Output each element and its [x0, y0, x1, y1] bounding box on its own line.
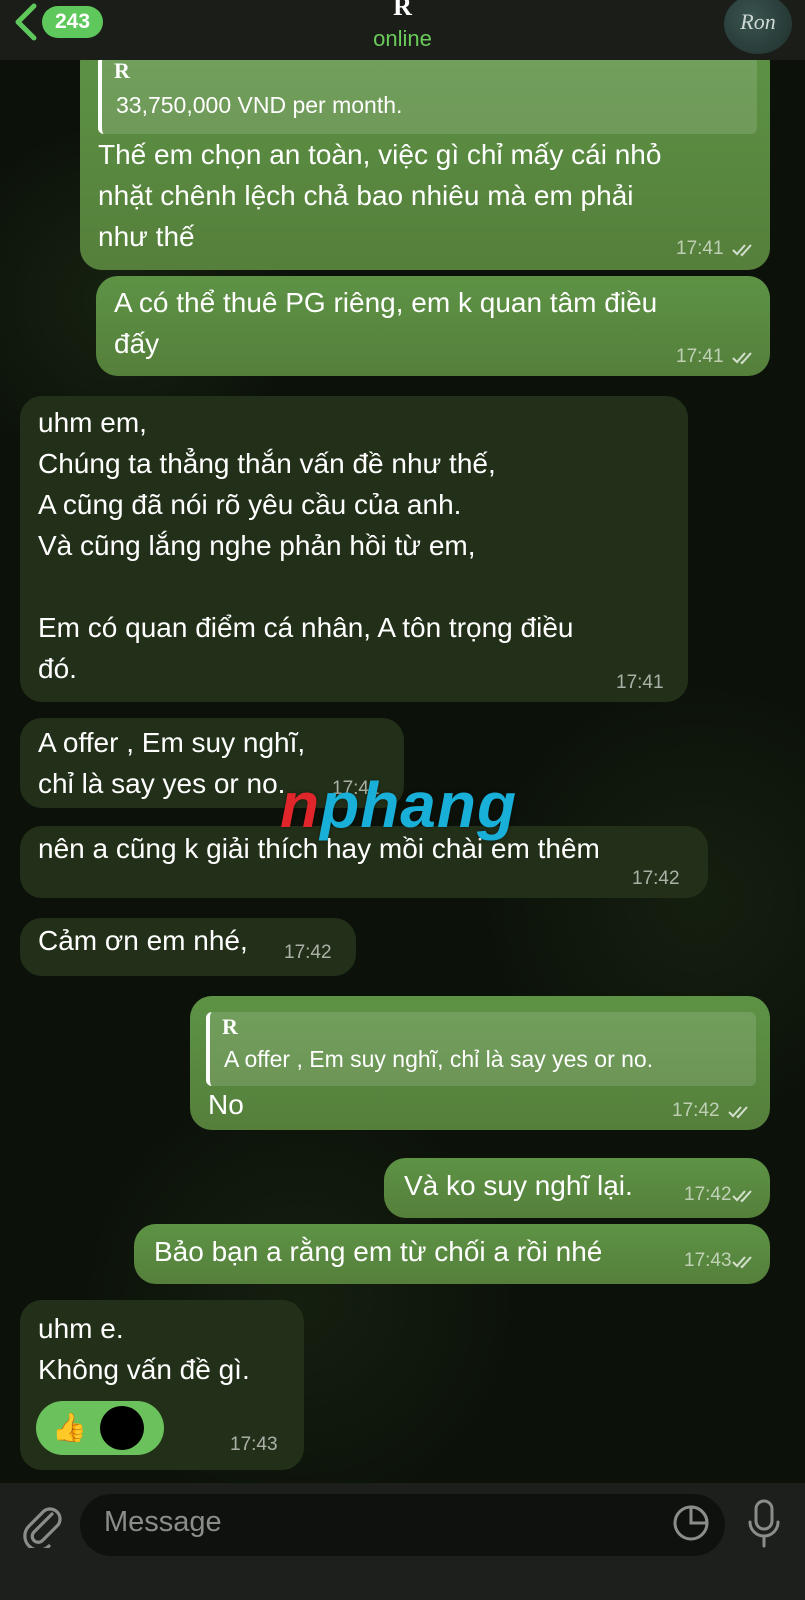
double-check-icon	[732, 244, 752, 257]
chat-header: 243 R online Ron	[0, 0, 805, 60]
message-incoming[interactable]: Cảm ơn em nhé, 17:42	[20, 918, 356, 976]
message-text: A có thể thuê PG riêng, em k quan tâm đi…	[114, 287, 658, 359]
double-check-icon	[728, 1106, 748, 1119]
message-outgoing[interactable]: A có thể thuê PG riêng, em k quan tâm đi…	[96, 276, 770, 376]
message-outgoing[interactable]: Bảo bạn a rằng em từ chối a rồi nhé 17:4…	[134, 1224, 770, 1284]
reply-sender: R	[222, 1014, 238, 1039]
message-time: 17:42	[684, 1184, 732, 1205]
reply-sender: R	[114, 58, 130, 83]
thumbs-up-icon: 👍	[52, 1412, 87, 1443]
chat-title[interactable]: R	[0, 0, 805, 22]
message-time: 17:43	[684, 1250, 732, 1271]
reply-text: A offer , Em suy nghĩ, chỉ là say yes or…	[224, 1046, 654, 1072]
message-outgoing[interactable]: R 33,750,000 VND per month. Thế em chọn …	[80, 40, 770, 270]
message-text: uhm e. Không vấn đề gì.	[38, 1313, 250, 1385]
watermark-rest: phang	[320, 769, 518, 841]
paperclip-icon[interactable]	[20, 1500, 64, 1548]
online-status: online	[373, 26, 432, 51]
message-time: 17:41	[616, 672, 664, 693]
message-outgoing[interactable]: Và ko suy nghĩ lại. 17:42	[384, 1158, 770, 1218]
double-check-icon	[732, 1190, 752, 1203]
watermark-first: n	[280, 769, 321, 841]
message-text: Bảo bạn a rằng em từ chối a rồi nhé	[154, 1236, 603, 1267]
message-outgoing[interactable]: R A offer , Em suy nghĩ, chỉ là say yes …	[190, 996, 770, 1130]
double-check-icon	[732, 1256, 752, 1269]
avatar	[100, 1406, 144, 1450]
reaction-chip[interactable]: 👍	[36, 1401, 164, 1455]
message-time: 17:42	[672, 1100, 720, 1121]
double-check-icon	[732, 352, 752, 365]
message-time: 17:42	[632, 868, 680, 889]
reply-preview[interactable]: R A offer , Em suy nghĩ, chỉ là say yes …	[206, 1012, 756, 1086]
sticker-icon[interactable]	[672, 1504, 710, 1542]
message-text: A offer , Em suy nghĩ, chỉ là say yes or…	[38, 727, 306, 799]
message-time: 17:41	[676, 238, 724, 259]
message-incoming[interactable]: uhm em, Chúng ta thẳng thắn vấn đề như t…	[20, 396, 688, 702]
reply-text: 33,750,000 VND per month.	[116, 92, 403, 118]
message-time: 17:41	[676, 346, 724, 367]
message-text: Và ko suy nghĩ lại.	[404, 1170, 633, 1201]
reply-preview[interactable]: R 33,750,000 VND per month.	[98, 56, 757, 134]
message-input-placeholder: Message	[104, 1506, 222, 1538]
message-text: No	[208, 1089, 244, 1120]
message-text: uhm em, Chúng ta thẳng thắn vấn đề như t…	[38, 407, 574, 684]
message-time: 17:42	[284, 942, 332, 963]
microphone-icon[interactable]	[746, 1498, 782, 1550]
message-time: 17:43	[230, 1434, 278, 1455]
message-text: Thế em chọn an toàn, việc gì chỉ mấy cái…	[98, 139, 662, 252]
message-text: Cảm ơn em nhé,	[38, 925, 248, 956]
watermark-logo: nphang	[280, 768, 517, 842]
